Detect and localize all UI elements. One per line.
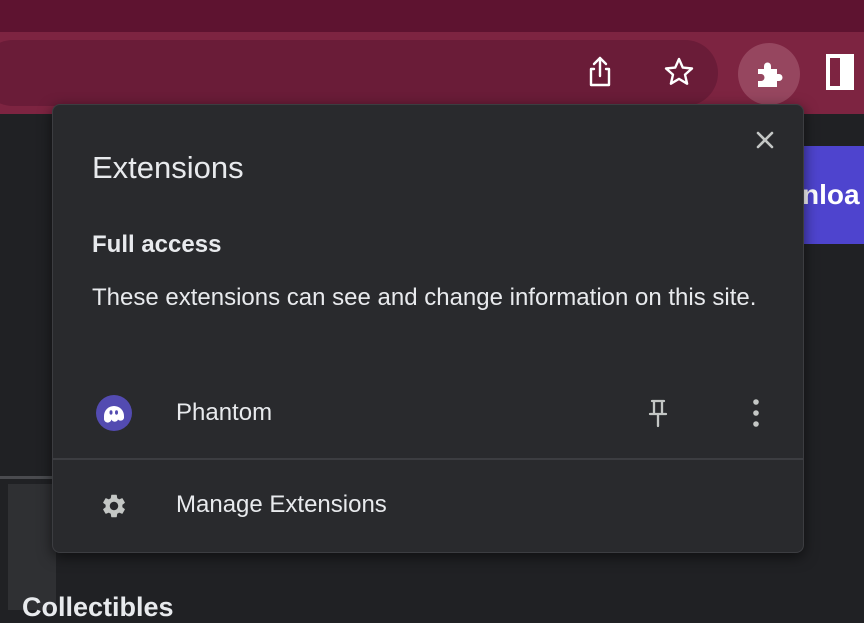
section-description: These extensions can see and change info…	[92, 284, 757, 311]
side-panel-icon[interactable]	[826, 54, 854, 90]
section-title: Full access	[92, 231, 222, 258]
phantom-ghost-icon	[96, 395, 132, 431]
tab-strip	[0, 0, 864, 32]
bookmark-star-icon[interactable]	[659, 52, 699, 92]
share-icon[interactable]	[580, 52, 620, 92]
close-icon	[756, 131, 774, 149]
page-divider	[0, 476, 60, 479]
more-options-button[interactable]	[739, 396, 773, 430]
manage-extensions-button[interactable]: Manage Extensions	[53, 465, 803, 545]
popup-title: Extensions	[92, 150, 244, 185]
extension-row-phantom[interactable]: Phantom	[53, 370, 803, 452]
browser-toolbar	[0, 32, 864, 114]
extensions-button[interactable]	[738, 43, 800, 105]
puzzle-piece-icon	[758, 62, 783, 87]
extension-name: Phantom	[176, 399, 273, 426]
pin-button[interactable]	[641, 396, 675, 430]
more-vertical-icon	[753, 399, 759, 427]
gear-icon	[103, 494, 125, 518]
pin-icon	[648, 399, 668, 428]
page-heading: Collectibles	[22, 592, 174, 622]
close-button[interactable]	[750, 125, 780, 155]
popup-divider	[53, 458, 803, 460]
extensions-popup: Extensions Full access These extensions …	[52, 104, 804, 553]
manage-extensions-label: Manage Extensions	[176, 491, 387, 518]
